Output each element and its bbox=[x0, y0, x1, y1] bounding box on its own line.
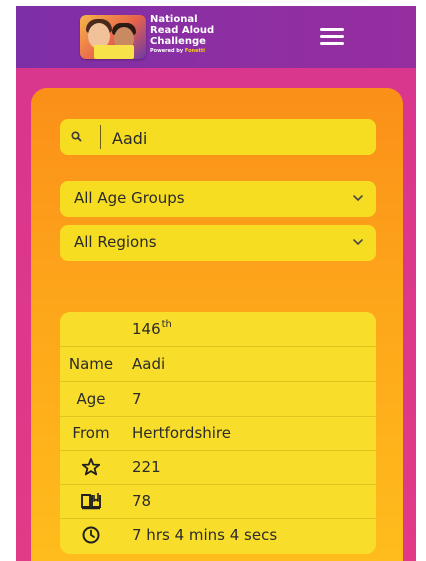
books-value: 78 bbox=[132, 492, 152, 510]
age-value: 7 bbox=[132, 390, 142, 408]
chevron-down-icon bbox=[353, 195, 363, 201]
challenge-logo-text[interactable]: National Read Aloud Challenge Powered by… bbox=[150, 14, 260, 55]
clock-icon bbox=[82, 526, 100, 544]
reader-result-card: 146th Name Aadi Age 7 From Hertfordshire bbox=[60, 312, 376, 554]
search-input[interactable] bbox=[110, 123, 364, 153]
rank-number: 146 bbox=[132, 320, 161, 338]
from-value: Hertfordshire bbox=[132, 424, 231, 442]
book-icon bbox=[81, 493, 101, 510]
rank-row: 146th bbox=[60, 312, 376, 347]
age-label: Age bbox=[76, 390, 106, 408]
region-select-value: All Regions bbox=[74, 233, 157, 251]
from-row: From Hertfordshire bbox=[60, 416, 376, 451]
app-frame: National Read Aloud Challenge Powered by… bbox=[16, 6, 416, 561]
powered-by-text: Powered by Fonetti bbox=[150, 48, 205, 54]
time-value: 7 hrs 4 mins 4 secs bbox=[132, 526, 278, 544]
top-header: National Read Aloud Challenge Powered by… bbox=[16, 6, 416, 68]
search-bar[interactable] bbox=[60, 119, 376, 155]
challenge-logo-image[interactable] bbox=[80, 15, 146, 59]
search-divider bbox=[100, 125, 101, 149]
region-select[interactable]: All Regions bbox=[60, 225, 376, 261]
from-label: From bbox=[72, 424, 110, 442]
search-icon bbox=[71, 131, 82, 142]
name-row: Name Aadi bbox=[60, 347, 376, 382]
leaderboard-card: All Age Groups All Regions 146th Name Aa… bbox=[31, 88, 403, 561]
logo-line-1: National bbox=[150, 14, 198, 25]
name-label: Name bbox=[68, 355, 114, 373]
name-value: Aadi bbox=[132, 355, 166, 373]
star-icon bbox=[81, 458, 101, 476]
chevron-down-icon bbox=[353, 239, 363, 245]
hamburger-menu-icon[interactable] bbox=[314, 24, 350, 50]
logo-line-2: Read Aloud bbox=[150, 25, 215, 36]
books-row: 78 bbox=[60, 484, 376, 519]
time-row: 7 hrs 4 mins 4 secs bbox=[60, 518, 376, 552]
logo-line-3: Challenge bbox=[150, 36, 206, 47]
age-row: Age 7 bbox=[60, 382, 376, 417]
age-group-select[interactable]: All Age Groups bbox=[60, 181, 376, 217]
powered-by-brand: Fonetti bbox=[184, 48, 205, 54]
rank-value: 146th bbox=[132, 312, 172, 346]
stars-row: 221 bbox=[60, 450, 376, 485]
age-group-select-value: All Age Groups bbox=[74, 189, 185, 207]
stars-value: 221 bbox=[132, 458, 161, 476]
rank-suffix: th bbox=[161, 318, 172, 330]
